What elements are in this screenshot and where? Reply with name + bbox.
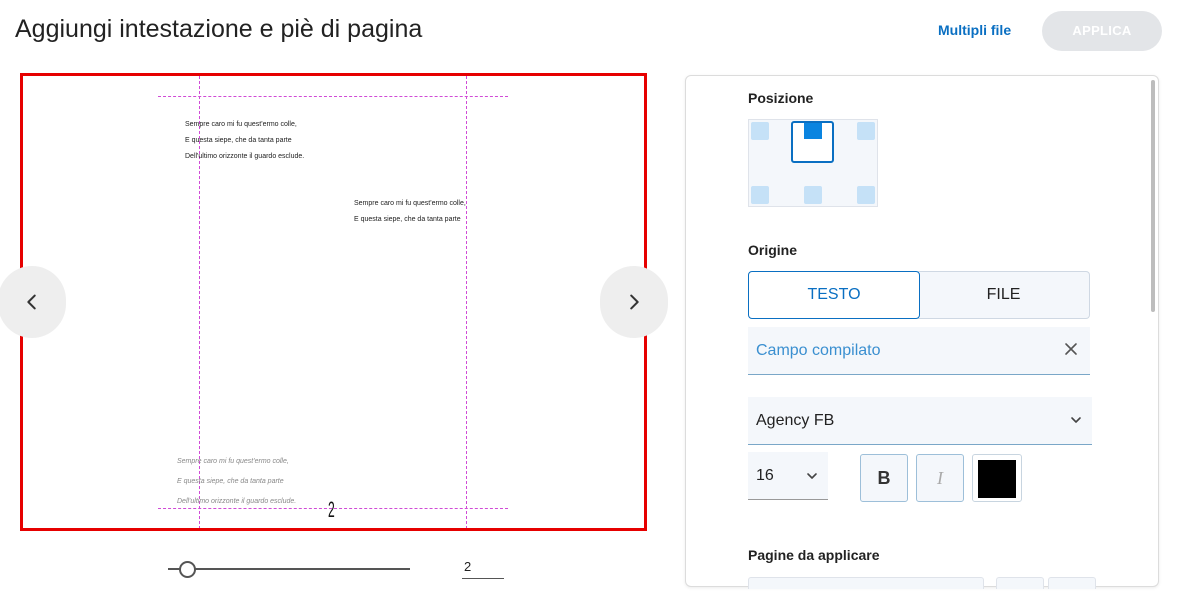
chevron-left-icon xyxy=(27,294,36,310)
chevron-down-icon xyxy=(807,473,817,479)
text-color-fill xyxy=(978,460,1016,498)
text-field-value: Campo compilato xyxy=(756,342,881,359)
position-top-center-selected[interactable] xyxy=(791,121,834,163)
preview-text-line: Sempre caro mi fu quest'ermo colle, xyxy=(354,200,466,207)
preview-text-line: E questa siepe, che da tanta parte xyxy=(354,216,461,223)
chevron-down-icon xyxy=(1071,417,1081,423)
preview-page-number: 2 xyxy=(328,497,335,522)
multiple-files-link[interactable]: Multipli file xyxy=(938,22,1011,38)
pages-to-input[interactable] xyxy=(1048,577,1096,589)
pages-select[interactable] xyxy=(748,577,984,589)
italic-button[interactable]: I xyxy=(916,454,964,502)
page-preview: Sempre caro mi fu quest'ermo colle, E qu… xyxy=(20,73,647,531)
preview-footer-text: Sempre caro mi fu quest'ermo colle, E qu… xyxy=(177,452,296,512)
preview-text-block-left: Sempre caro mi fu quest'ermo colle, E qu… xyxy=(185,117,304,165)
preview-text-line: Dell'ultimo orizzonte il guardo esclude. xyxy=(185,153,305,160)
text-field[interactable]: Campo compilato xyxy=(748,327,1090,375)
panel-scrollbar[interactable] xyxy=(1151,80,1155,312)
tab-text[interactable]: TESTO xyxy=(748,271,920,319)
position-top-left[interactable] xyxy=(751,122,769,140)
margin-guide-top xyxy=(158,96,508,97)
text-color-picker[interactable] xyxy=(972,454,1022,502)
chevron-right-icon xyxy=(630,294,639,310)
bold-label: B xyxy=(877,467,891,488)
pages-from-input[interactable] xyxy=(996,577,1044,589)
font-select-value: Agency FB xyxy=(756,412,835,429)
font-size-value: 16 xyxy=(756,467,774,484)
preview-text-line: E questa siepe, che da tanta parte xyxy=(185,137,292,144)
apply-button[interactable]: APPLICA xyxy=(1042,11,1162,51)
preview-footer-line: E questa siepe, che da tanta parte xyxy=(177,478,284,485)
position-label: Posizione xyxy=(748,90,814,106)
zoom-slider-track[interactable] xyxy=(168,568,410,570)
page-title: Aggiungi intestazione e piè di pagina xyxy=(15,15,423,43)
preview-footer-line: Dell'ultimo orizzonte il guardo esclude. xyxy=(177,498,297,505)
previous-page-button[interactable] xyxy=(0,266,66,338)
font-size-select[interactable]: 16 xyxy=(748,452,828,500)
close-icon[interactable] xyxy=(1064,342,1078,356)
tab-file[interactable]: FILE xyxy=(918,271,1090,319)
position-bottom-center[interactable] xyxy=(804,186,822,204)
pages-to-apply-label: Pagine da applicare xyxy=(748,547,880,563)
italic-label: I xyxy=(937,467,943,488)
preview-text-block-right: Sempre caro mi fu quest'ermo colle, E qu… xyxy=(354,196,466,228)
position-bottom-right[interactable] xyxy=(857,186,875,204)
preview-text-line: Sempre caro mi fu quest'ermo colle, xyxy=(185,121,297,128)
selected-position-marker xyxy=(804,123,822,139)
font-select[interactable]: Agency FB xyxy=(748,397,1092,445)
page-number-input[interactable] xyxy=(462,555,504,579)
position-bottom-left[interactable] xyxy=(751,186,769,204)
origin-label: Origine xyxy=(748,242,798,258)
zoom-slider-thumb[interactable] xyxy=(178,561,196,578)
bold-button[interactable]: B xyxy=(860,454,908,502)
position-top-right[interactable] xyxy=(857,122,875,140)
preview-footer-line: Sempre caro mi fu quest'ermo colle, xyxy=(177,458,289,465)
margin-guide-right xyxy=(466,76,467,528)
next-page-button[interactable] xyxy=(600,266,668,338)
